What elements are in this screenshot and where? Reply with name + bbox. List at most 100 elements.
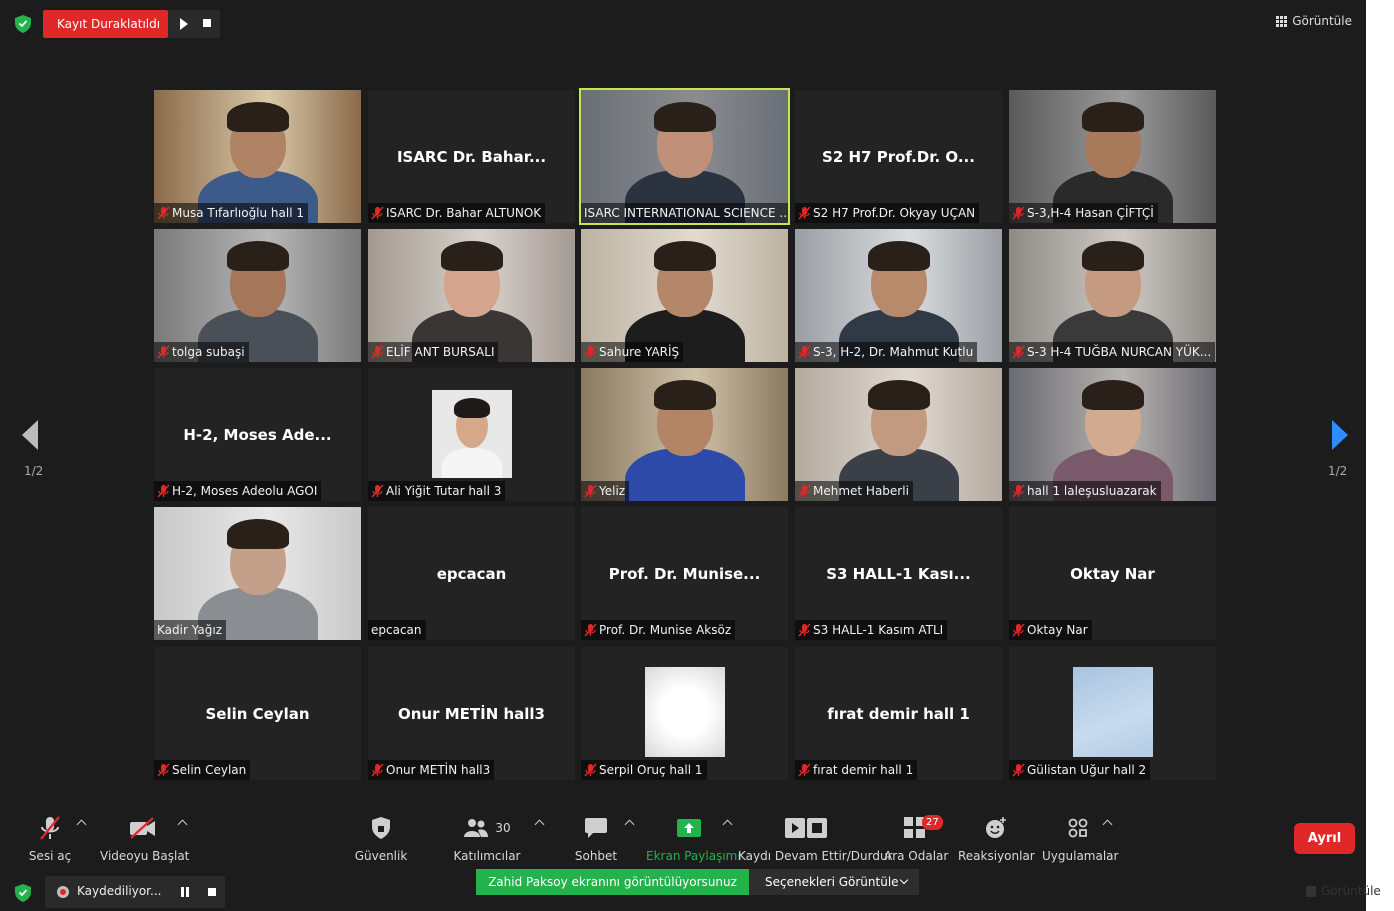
unmute-label: Sesi aç: [28, 849, 72, 863]
unmute-button[interactable]: Sesi aç: [28, 815, 72, 863]
security-shield-icon: [372, 817, 390, 839]
participant-tile[interactable]: epcacan epcacan: [368, 507, 575, 640]
participant-nameplate: Musa Tıfarlıoğlu hall 1: [154, 203, 309, 223]
participant-tile[interactable]: S2 H7 Prof.Dr. O... S2 H7 Prof.Dr. Okyay …: [795, 90, 1002, 223]
encryption-shield-icon[interactable]: [15, 15, 31, 33]
security-label: Güvenlik: [354, 849, 408, 863]
participant-tile[interactable]: Onur METİN hall3 Onur METİN hall3: [368, 647, 575, 780]
participant-tile[interactable]: S3 HALL-1 Kası... S3 HALL-1 Kasım ATLI: [795, 507, 1002, 640]
reactions-smiley-icon: [986, 817, 1006, 838]
participant-nameplate: Kadir Yağız: [154, 620, 226, 640]
security-button[interactable]: Güvenlik: [354, 815, 408, 863]
participant-tile[interactable]: tolga subaşi: [154, 229, 361, 362]
participant-hair: [868, 241, 930, 271]
audio-options-chevron-icon[interactable]: [76, 819, 87, 830]
muted-microphone-icon: [371, 345, 384, 359]
view-button[interactable]: Görüntüle: [1276, 14, 1352, 28]
participant-name: Musa Tıfarlıoğlu hall 1: [172, 206, 305, 220]
breakout-rooms-button[interactable]: 27 Ara Odalar: [884, 815, 948, 863]
participant-tile[interactable]: hall 1 laleşusluazarak: [1009, 368, 1216, 501]
muted-microphone-icon: [584, 623, 597, 637]
view-label: Görüntüle: [1292, 14, 1352, 28]
participant-name: tolga subaşi: [172, 345, 245, 359]
view-options-button[interactable]: Seçenekleri Görüntüle: [749, 869, 919, 895]
muted-microphone-icon: [798, 484, 811, 498]
participant-tile[interactable]: Kadir Yağız: [154, 507, 361, 640]
participants-icon: [464, 819, 489, 837]
muted-microphone-icon: [157, 206, 170, 220]
participant-tile[interactable]: H-2, Moses Ade... H-2, Moses Adeolu AGOI: [154, 368, 361, 501]
participant-tile[interactable]: ISARC Dr. Bahar... ISARC Dr. Bahar ALTUNO…: [368, 90, 575, 223]
breakout-rooms-badge: 27: [922, 815, 943, 830]
participant-tile[interactable]: Sahure YARİŞ: [581, 229, 788, 362]
participant-tile[interactable]: Mehmet Haberli: [795, 368, 1002, 501]
participant-name: ISARC Dr. Bahar ALTUNOK: [386, 206, 542, 220]
next-page-arrow-icon[interactable]: [1332, 420, 1348, 450]
muted-microphone-icon: [157, 345, 170, 359]
chat-options-chevron-icon[interactable]: [624, 819, 635, 830]
participants-options-chevron-icon[interactable]: [534, 819, 545, 830]
participant-name: fırat demir hall 1: [813, 763, 914, 777]
participant-tile[interactable]: S-3,H-4 Hasan ÇİFTÇİ: [1009, 90, 1216, 223]
reactions-button[interactable]: Reaksiyonlar: [958, 815, 1035, 863]
participant-hair: [654, 380, 716, 410]
participant-nameplate: Yeliz: [581, 481, 630, 501]
start-video-label: Videoyu Başlat: [100, 849, 190, 863]
participant-name: S-3, H-2, Dr. Mahmut Kutlu: [813, 345, 974, 359]
participant-tile[interactable]: fırat demir hall 1 fırat demir hall 1: [795, 647, 1002, 780]
participant-hair: [1082, 380, 1144, 410]
resume-recording-icon[interactable]: [180, 18, 188, 30]
participant-name: Serpil Oruç hall 1: [599, 763, 703, 777]
record-button[interactable]: Kaydı Devam Ettir/Durdur: [738, 815, 893, 863]
microphone-muted-icon: [40, 816, 60, 840]
stop-recording-bottom-icon[interactable]: [208, 888, 216, 896]
muted-microphone-icon: [584, 763, 597, 777]
participant-name: ISARC INTERNATIONAL SCIENCE ...: [584, 206, 788, 220]
participant-name: Gülistan Uğur hall 2: [1027, 763, 1147, 777]
screen-share-banner: Zahid Paksoy ekranını görüntülüyorsunuz: [476, 869, 749, 895]
previous-page-arrow-icon[interactable]: [22, 420, 38, 450]
participant-hair: [227, 519, 289, 549]
participant-name: ELİF ANT BURSALI: [386, 345, 495, 359]
participant-tile[interactable]: Musa Tıfarlıoğlu hall 1: [154, 90, 361, 223]
chat-button[interactable]: Sohbet: [572, 815, 620, 863]
muted-microphone-icon: [798, 345, 811, 359]
participant-name: Kadir Yağız: [157, 623, 222, 637]
pause-recording-icon[interactable]: [181, 887, 184, 897]
muted-microphone-icon: [584, 484, 597, 498]
participant-tile[interactable]: Prof. Dr. Munise... Prof. Dr. Munise Aksö…: [581, 507, 788, 640]
participant-nameplate: Oktay Nar: [1009, 620, 1092, 640]
participant-tile[interactable]: S-3 H-4 TUĞBA NURCAN YÜK...: [1009, 229, 1216, 362]
page-indicator-right: 1/2: [1328, 464, 1348, 478]
participant-name: hall 1 laleşusluazarak: [1027, 484, 1157, 498]
participant-tile[interactable]: Serpil Oruç hall 1: [581, 647, 788, 780]
profile-photo: [1073, 667, 1153, 757]
start-video-button[interactable]: Videoyu Başlat: [100, 815, 190, 863]
muted-microphone-icon: [371, 206, 384, 220]
participant-tile[interactable]: ELİF ANT BURSALI: [368, 229, 575, 362]
participant-tile[interactable]: Gülistan Uğur hall 2: [1009, 647, 1216, 780]
participant-tile[interactable]: Oktay Nar Oktay Nar: [1009, 507, 1216, 640]
muted-microphone-icon: [1012, 484, 1025, 498]
participant-hair: [1082, 102, 1144, 132]
muted-microphone-icon: [371, 484, 384, 498]
participant-tile[interactable]: Yeliz: [581, 368, 788, 501]
participants-button[interactable]: 30 Katılımcılar: [452, 815, 522, 863]
participant-tile[interactable]: Selin Ceylan Selin Ceylan: [154, 647, 361, 780]
participant-tile[interactable]: Ali Yiğit Tutar hall 3: [368, 368, 575, 501]
record-label: Kaydı Devam Ettir/Durdur: [738, 849, 893, 863]
participant-nameplate: fırat demir hall 1: [795, 760, 918, 780]
participant-hair: [227, 102, 289, 132]
participant-nameplate: Mehmet Haberli: [795, 481, 913, 501]
leave-button[interactable]: Ayrıl: [1294, 823, 1355, 854]
zoom-meeting-window: Kayıt Duraklatıldı Görüntüle 1/2 1/2 Mus…: [0, 0, 1366, 911]
stop-recording-icon[interactable]: [203, 19, 211, 27]
share-screen-button[interactable]: Ekran Paylaşımı: [646, 815, 741, 863]
participant-tile[interactable]: ISARC INTERNATIONAL SCIENCE ...: [579, 88, 790, 225]
participant-name: S-3,H-4 Hasan ÇİFTÇİ: [1027, 206, 1154, 220]
bottom-encryption-shield-icon[interactable]: [15, 884, 31, 902]
participant-hair: [227, 241, 289, 271]
muted-microphone-icon: [157, 484, 170, 498]
bottom-view-button[interactable]: Görüntüle: [1306, 884, 1381, 898]
participant-tile[interactable]: S-3, H-2, Dr. Mahmut Kutlu: [795, 229, 1002, 362]
